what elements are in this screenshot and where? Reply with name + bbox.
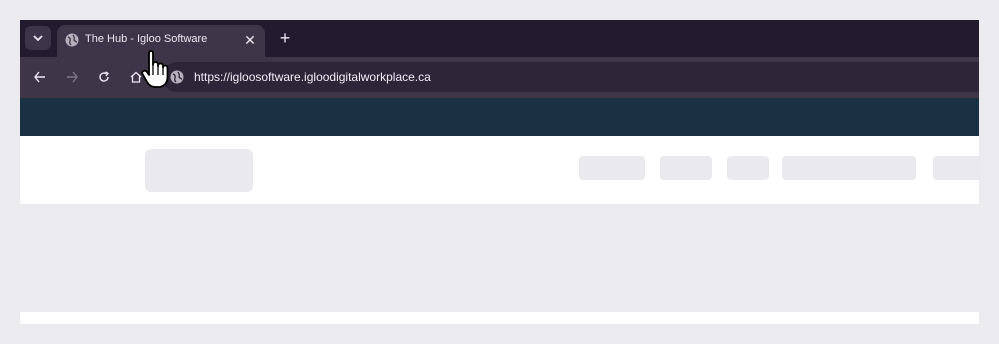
reload-icon xyxy=(99,71,110,82)
nav-item-placeholder xyxy=(727,156,769,180)
back-button[interactable] xyxy=(30,67,50,87)
nav-item-placeholder xyxy=(933,156,979,180)
url-text[interactable]: https://igloosoftware.igloodigitalworkpl… xyxy=(194,70,431,84)
site-navigation-skeleton xyxy=(20,136,979,204)
nav-item-placeholder xyxy=(660,156,712,180)
site-header-bar xyxy=(20,98,979,136)
search-placeholder xyxy=(782,156,916,180)
globe-icon xyxy=(65,33,79,47)
forward-button[interactable] xyxy=(62,67,82,87)
content-placeholder xyxy=(20,312,979,324)
logo-placeholder xyxy=(145,149,253,192)
arrow-left-icon xyxy=(34,71,45,83)
tab-title: The Hub - Igloo Software xyxy=(85,33,208,45)
arrow-right-icon xyxy=(67,71,78,83)
chevron-down-icon xyxy=(33,35,43,41)
plus-icon[interactable]: + xyxy=(276,28,294,48)
address-bar[interactable]: https://igloosoftware.igloodigitalworkpl… xyxy=(162,62,979,92)
globe-icon[interactable] xyxy=(170,70,184,84)
nav-item-placeholder xyxy=(579,156,645,180)
hand-cursor-icon xyxy=(141,50,169,88)
tab-search-button[interactable] xyxy=(25,26,51,50)
close-icon[interactable]: ✕ xyxy=(243,31,257,49)
reload-button[interactable] xyxy=(94,67,114,87)
